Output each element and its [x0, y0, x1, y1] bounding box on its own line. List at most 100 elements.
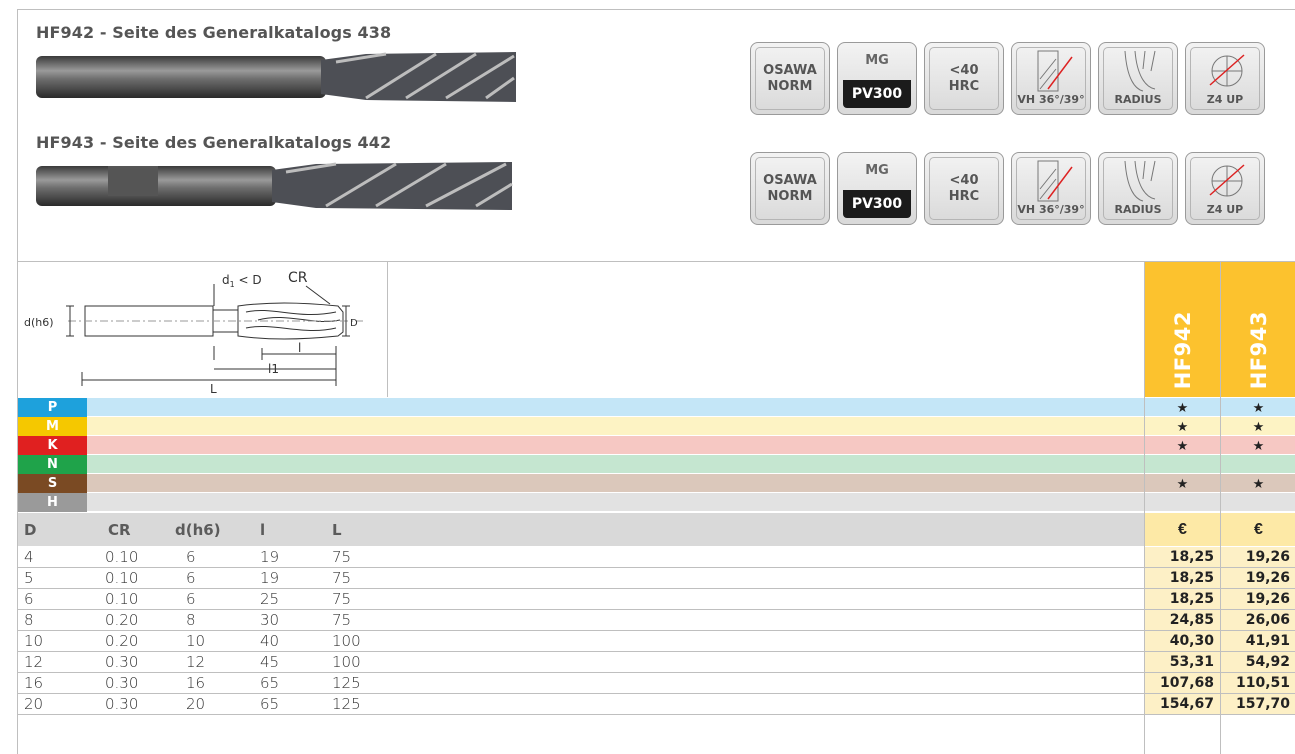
material-row-h: H — [18, 493, 1295, 512]
cell-d: 8 — [24, 611, 34, 629]
material-tag: H — [18, 493, 87, 512]
helix-icon — [1037, 50, 1073, 92]
column-header-hf942: HF942 — [1145, 262, 1220, 397]
col-d: D — [24, 521, 37, 539]
hf943-tool-image — [36, 162, 513, 210]
cell-cr: 0.30 — [105, 674, 139, 692]
currency-hf942: € — [1145, 513, 1220, 546]
cell-l: 75 — [332, 548, 352, 566]
table-row: 8 0.20 8 30 75 24,85 26,06 — [18, 610, 1295, 631]
l-label: l — [298, 341, 301, 355]
d-label: D — [350, 318, 358, 329]
table-row: 4 0.10 6 19 75 18,25 19,26 — [18, 547, 1295, 568]
d1-label: d1 < D — [222, 273, 262, 289]
osawa-norm-badge: OSAWA NORM — [750, 42, 830, 115]
cell-cr: 0.20 — [105, 632, 139, 650]
cell-d: 6 — [24, 590, 34, 608]
cell-d: 8 — [186, 611, 196, 629]
cell-l: 75 — [332, 611, 352, 629]
material-tag: S — [18, 474, 87, 493]
price-cell: 18,25 — [1145, 589, 1220, 609]
hrc-badge: <40 HRC — [924, 42, 1004, 115]
cell-d: 12 — [24, 653, 44, 671]
column-divider — [1144, 262, 1145, 754]
helix-angle-badge: VH 36°/39° — [1011, 42, 1091, 115]
cell-d: 6 — [186, 590, 196, 608]
cell-d: 10 — [24, 632, 44, 650]
cell-l: 65 — [260, 674, 280, 692]
table-row: 10 0.20 10 40 100 40,30 41,91 — [18, 631, 1295, 652]
suitability-star: ★ — [1176, 476, 1189, 491]
cell-cr: 0.30 — [105, 653, 139, 671]
badge-caption: VH 36°/39° — [1017, 203, 1085, 216]
helix-icon — [1037, 160, 1073, 202]
badge-line: <40 — [949, 172, 979, 188]
cell-l: 125 — [332, 674, 361, 692]
cell-d: 20 — [186, 695, 206, 713]
mg-pv300-badge: MG PV300 — [837, 42, 917, 115]
material-row-n: N — [18, 455, 1295, 474]
cell-l: 40 — [260, 632, 280, 650]
product-title-hf943: HF943 - Seite des Generalkatalogs 442 — [36, 133, 392, 152]
price-cell: 18,25 — [1145, 547, 1220, 567]
cell-l: 125 — [332, 695, 361, 713]
col-cr: CR — [108, 521, 131, 539]
badge-line: OSAWA — [763, 172, 817, 188]
z4-up-badge: Z4 UP — [1185, 42, 1265, 115]
suitability-star — [1221, 493, 1295, 512]
badge-line: <40 — [949, 62, 979, 78]
material-tag: P — [18, 398, 87, 417]
cell-cr: 0.20 — [105, 611, 139, 629]
cell-l: 100 — [332, 632, 361, 650]
table-row: 12 0.30 12 45 100 53,31 54,92 — [18, 652, 1295, 673]
price-cell: 53,31 — [1145, 652, 1220, 672]
table-row: 6 0.10 6 25 75 18,25 19,26 — [18, 589, 1295, 610]
cell-l: 75 — [332, 569, 352, 587]
price-cell: 19,26 — [1221, 568, 1295, 588]
cell-d: 4 — [24, 548, 34, 566]
suitability-star: ★ — [1176, 438, 1189, 453]
four-flute-icon — [1209, 164, 1245, 197]
suitability-star — [1145, 455, 1220, 474]
badge-caption: RADIUS — [1114, 93, 1162, 106]
suitability-star: ★ — [1176, 400, 1189, 415]
radius-icon — [1124, 160, 1156, 202]
tool-dimension-diagram: d1 < D CR d(h6) D l l1 L — [18, 262, 388, 397]
l1-label: l1 — [268, 362, 279, 376]
price-cell: 154,67 — [1145, 694, 1220, 714]
material-row-s: S ★ ★ — [18, 474, 1295, 493]
badge-caption: RADIUS — [1114, 203, 1162, 216]
cell-cr: 0.30 — [105, 695, 139, 713]
cell-d: 20 — [24, 695, 44, 713]
material-row-k: K ★ ★ — [18, 436, 1295, 455]
badges-hf943: OSAWA NORM MG PV300 <40 HRC VH 36°/39° RADI… — [750, 152, 1265, 225]
mg-pv300-badge: MG PV300 — [837, 152, 917, 225]
material-tag: M — [18, 417, 87, 436]
table-row: 5 0.10 6 19 75 18,25 19,26 — [18, 568, 1295, 589]
radius-badge: RADIUS — [1098, 152, 1178, 225]
cell-l: 19 — [260, 548, 280, 566]
price-cell: 18,25 — [1145, 568, 1220, 588]
column-header-hf943: HF943 — [1221, 262, 1295, 397]
badges-hf942: OSAWA NORM MG PV300 <40 HRC VH 36°/39° RADI… — [750, 42, 1265, 115]
badge-line: HRC — [948, 188, 980, 204]
cell-d: 16 — [186, 674, 206, 692]
cell-l: 75 — [332, 590, 352, 608]
cr-label: CR — [288, 270, 308, 286]
cell-d: 16 — [24, 674, 44, 692]
hf942-tool-image — [36, 52, 516, 102]
price-cell: 54,92 — [1221, 652, 1295, 672]
radius-icon — [1124, 50, 1156, 92]
material-tag: N — [18, 455, 87, 474]
badge-caption: Z4 UP — [1206, 203, 1244, 216]
column-label: HF942 — [1170, 310, 1195, 389]
suitability-star — [1221, 455, 1295, 474]
pv300-label: PV300 — [843, 190, 911, 218]
suitability-star: ★ — [1176, 419, 1189, 434]
cell-d: 6 — [186, 548, 196, 566]
suitability-star — [1145, 493, 1220, 512]
price-cell: 40,30 — [1145, 631, 1220, 651]
price-cell: 24,85 — [1145, 610, 1220, 630]
hrc-badge: <40 HRC — [924, 152, 1004, 225]
suitability-star: ★ — [1252, 476, 1265, 491]
